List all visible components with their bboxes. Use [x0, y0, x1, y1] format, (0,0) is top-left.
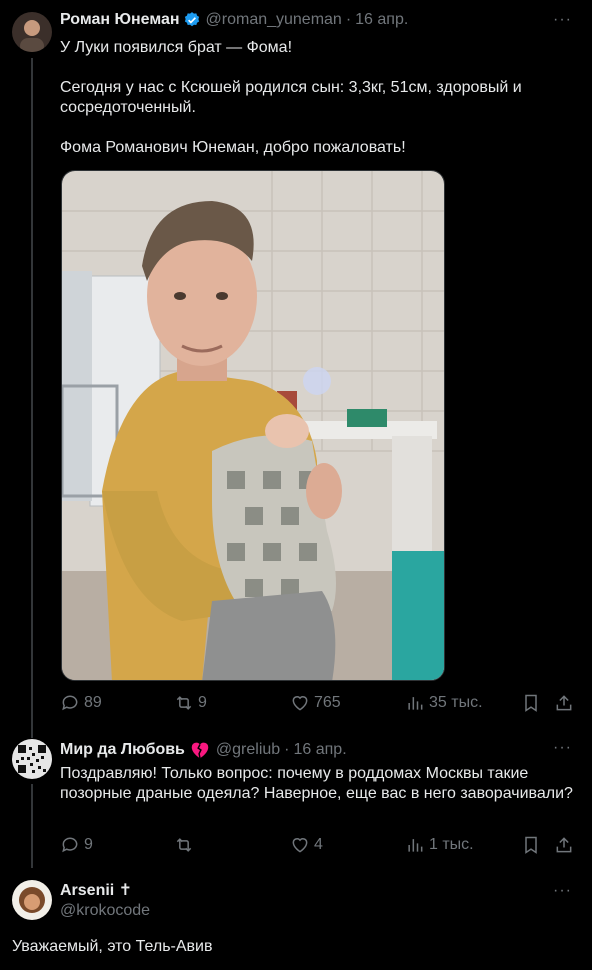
reply-icon	[62, 837, 78, 853]
verified-badge-icon	[184, 12, 199, 27]
heart-icon	[292, 696, 308, 711]
avatar-greliub[interactable]	[12, 739, 52, 779]
tweet-main: Роман Юнеман @roman_yuneman · 16 апр. ··…	[0, 0, 592, 738]
tweet-date[interactable]: 16 апр.	[294, 741, 347, 759]
author-name[interactable]: Мир да Любовь	[60, 741, 185, 759]
author-handle[interactable]: @roman_yuneman	[206, 11, 342, 29]
heart-icon	[292, 838, 308, 853]
retweet-count: 9	[198, 694, 207, 711]
author-name[interactable]: Arsenii ✝	[60, 880, 132, 900]
like-count: 4	[314, 836, 323, 853]
avatar-image	[12, 12, 52, 52]
separator-dot: ·	[345, 11, 352, 28]
avatar-krokocode[interactable]	[12, 880, 52, 920]
more-options-icon[interactable]: ···	[553, 882, 572, 900]
tweet-header: Роман Юнеман @roman_yuneman · 16 апр.	[60, 11, 408, 29]
tweet-photo[interactable]	[61, 170, 445, 681]
tweet-header: Мир да Любовь @greliub · 16 апр.	[60, 739, 347, 761]
tweet-text: Поздравляю! Только вопрос: почему в родд…	[60, 765, 573, 802]
more-options-icon[interactable]: ···	[553, 739, 572, 757]
tweet-actions: 89 9 765 35 тыс.	[60, 693, 575, 717]
bookmark-button[interactable]	[521, 835, 541, 855]
views-button[interactable]: 1 тыс.	[405, 835, 474, 855]
thread-line	[31, 58, 33, 738]
tweet-text: У Луки появился брат — Фома! Сегодня у н…	[60, 39, 522, 156]
retweet-button[interactable]: 9	[174, 693, 207, 713]
retweet-button[interactable]	[174, 835, 198, 855]
author-handle[interactable]: @greliub	[216, 741, 280, 759]
tweet-reply-1: Мир да Любовь @greliub · 16 апр. ··· Поз…	[0, 730, 592, 870]
share-button[interactable]	[554, 835, 574, 855]
views-button[interactable]: 35 тыс.	[405, 693, 483, 713]
views-chart-icon	[408, 839, 423, 852]
bookmark-icon	[525, 836, 537, 854]
author-name[interactable]: Роман Юнеман	[60, 11, 180, 29]
separator-dot: ·	[284, 741, 290, 758]
reply-count: 89	[84, 694, 102, 711]
share-icon	[556, 695, 572, 711]
retweet-icon	[176, 696, 192, 710]
retweet-icon	[176, 838, 192, 852]
author-handle-row: @krokocode	[60, 902, 150, 920]
avatar-image	[12, 880, 52, 920]
views-count: 35 тыс.	[429, 694, 483, 711]
reply-icon	[62, 695, 78, 711]
more-options-icon[interactable]: ···	[553, 11, 572, 29]
views-count: 1 тыс.	[429, 836, 474, 853]
tweet-header: Arsenii ✝	[60, 880, 132, 900]
bookmark-button[interactable]	[521, 693, 541, 713]
reply-count: 9	[84, 836, 93, 853]
share-button[interactable]	[554, 693, 574, 713]
views-chart-icon	[408, 697, 423, 710]
author-handle[interactable]: @krokocode	[60, 902, 150, 920]
photo-father-with-newborn	[62, 171, 444, 680]
avatar-roman[interactable]	[12, 12, 52, 52]
tweet-date[interactable]: 16 апр.	[355, 11, 408, 29]
reply-button[interactable]: 9	[60, 835, 93, 855]
tweet-reply-2: Arsenii ✝ ··· @krokocode Уважаемый, это …	[0, 870, 592, 970]
like-button[interactable]: 765	[290, 693, 341, 713]
like-count: 765	[314, 694, 341, 711]
avatar-qr-pattern	[12, 739, 52, 779]
like-button[interactable]: 4	[290, 835, 323, 855]
share-icon	[556, 837, 572, 853]
broken-heart-icon	[191, 742, 209, 759]
reply-button[interactable]: 89	[60, 693, 102, 713]
thread-line-2	[31, 784, 33, 868]
tweet-text: Уважаемый, это Тель-Авив	[12, 938, 213, 955]
tweet-actions: 9 4 1 тыс.	[60, 835, 575, 859]
bookmark-icon	[525, 694, 537, 712]
